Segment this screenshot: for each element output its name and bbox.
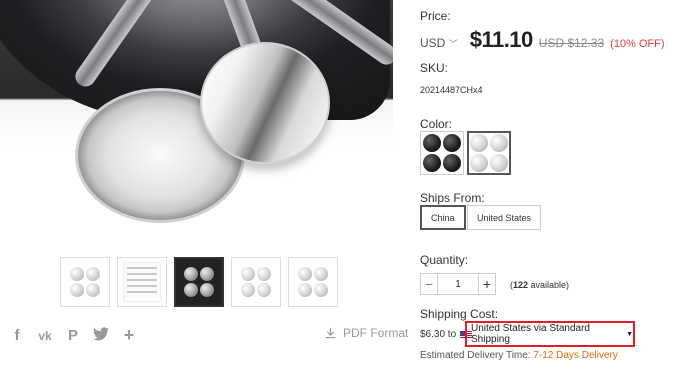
caps-image: [70, 267, 100, 297]
caps-image: [298, 267, 328, 297]
thumbnail-5[interactable]: [288, 257, 338, 307]
available-count: 122: [513, 280, 529, 290]
original-price: USD $12.33: [538, 36, 605, 50]
estimated-delivery: Estimated Delivery Time: 7-12 Days Deliv…: [420, 350, 618, 361]
sku-value: 20214487CHx4: [420, 85, 483, 95]
caret-down-icon: ▼: [626, 330, 633, 338]
shipping-cost-label: Shipping Cost:: [420, 307, 499, 321]
current-price: $11.10: [469, 27, 534, 52]
pinterest-icon[interactable]: P: [65, 327, 81, 344]
currency-code: USD: [420, 36, 446, 50]
thumbnail-1[interactable]: [60, 257, 110, 307]
plus-icon[interactable]: +: [121, 325, 137, 346]
discount-badge: (10% OFF): [610, 38, 665, 50]
quantity-decrease-button[interactable]: −: [420, 273, 438, 295]
ships-from-label: Ships From:: [420, 191, 485, 205]
eta-label: Estimated Delivery Time:: [420, 350, 531, 361]
currency-selector[interactable]: USD ﹀: [420, 36, 458, 50]
thumbnail-3[interactable]: [174, 257, 224, 307]
sku-label: SKU:: [420, 61, 449, 75]
download-icon: [325, 327, 336, 338]
spec-sheet-image: [123, 262, 161, 302]
quantity-stepper: − 1 +: [420, 273, 496, 295]
ships-from-china[interactable]: China: [420, 205, 466, 230]
eta-days: 7-12 Days Delivery: [533, 350, 618, 361]
price-label: Price:: [420, 9, 451, 23]
shipping-cost-value: $6.30 to: [420, 329, 457, 340]
caps-image: [241, 267, 271, 297]
color-option-black[interactable]: [420, 131, 464, 175]
quantity-input[interactable]: 1: [438, 273, 478, 295]
color-label: Color:: [420, 117, 453, 131]
available-stock: (122 available): [510, 280, 570, 290]
shipping-method-value: United States via Standard Shipping: [471, 323, 590, 345]
facebook-icon[interactable]: f: [9, 327, 25, 344]
twitter-icon[interactable]: [93, 326, 109, 345]
share-bar: f vk P +: [9, 325, 137, 346]
quantity-label: Quantity:: [420, 253, 469, 267]
color-option-chrome[interactable]: [467, 131, 511, 175]
quantity-increase-button[interactable]: +: [478, 273, 496, 295]
caps-image: [184, 267, 214, 297]
price-row: USD ﹀ $11.10 USD $12.33 (10% OFF): [420, 27, 665, 53]
hub-cap-front: [200, 42, 330, 164]
ships-from-united-states[interactable]: United States: [467, 205, 542, 230]
thumbnail-4[interactable]: [231, 257, 281, 307]
pdf-format-label: PDF Format: [343, 326, 409, 340]
chevron-down-icon: ﹀: [448, 39, 458, 49]
pdf-format-link[interactable]: PDF Format: [324, 326, 408, 340]
main-product-image[interactable]: [0, 0, 393, 245]
vk-icon[interactable]: vk: [37, 329, 53, 343]
thumbnail-2[interactable]: [117, 257, 167, 307]
shipping-method-dropdown[interactable]: United States via Standard Shipping ▼: [465, 321, 635, 347]
thumbnail-strip: [60, 257, 338, 307]
